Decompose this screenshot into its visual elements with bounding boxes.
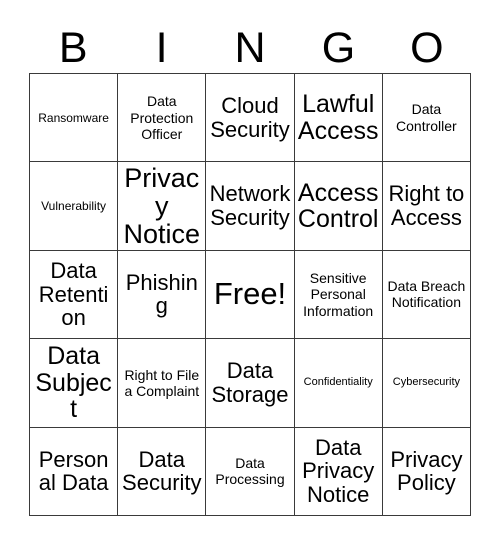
bingo-cell[interactable]: Lawful Access — [294, 74, 383, 163]
bingo-cell-label: Data Subject — [35, 342, 112, 424]
bingo-cell[interactable]: Data Storage — [206, 339, 295, 428]
bingo-cell[interactable]: Sensitive Personal Information — [294, 250, 383, 340]
bingo-cell[interactable]: Data Processing — [206, 427, 295, 516]
bingo-cell-label: Data Protection Officer — [130, 93, 194, 142]
bingo-cell-label: Ransomware — [38, 110, 109, 125]
bingo-cell[interactable]: Data Security — [118, 427, 207, 516]
bingo-cell-label: Data Retention — [38, 257, 109, 331]
bingo-cell[interactable]: Data Controller — [382, 74, 471, 163]
bingo-grid: Ransomware Data Protection Officer Cloud S… — [29, 73, 471, 516]
bingo-card: B I N G O Ransomware Data Protection Offi… — [0, 0, 500, 544]
bingo-cell[interactable]: Right to File a Complaint — [118, 339, 207, 428]
header-letter-i: I — [155, 24, 168, 72]
bingo-cell[interactable]: Access Control — [294, 162, 383, 251]
bingo-cell[interactable]: Vulnerability — [30, 162, 119, 251]
bingo-cell[interactable]: Cloud Security — [206, 74, 295, 163]
bingo-cell-label: Right to Access — [388, 181, 465, 231]
bingo-cell-label: Cloud Security — [210, 92, 290, 142]
bingo-cell-label: Data Breach Notification — [387, 278, 466, 311]
bingo-cell[interactable]: Confidentiality — [294, 339, 383, 428]
bingo-cell-label: Right to File a Complaint — [124, 366, 200, 399]
bingo-cell[interactable]: Phishing — [118, 250, 207, 340]
bingo-cell-label: Privacy Notice — [123, 162, 201, 250]
bingo-cell[interactable]: Data Protection Officer — [118, 74, 207, 163]
bingo-cell[interactable]: Data Breach Notification — [382, 250, 471, 340]
bingo-cell-label: Data Privacy Notice — [302, 434, 375, 508]
bingo-cell-label: Cybersecurity — [392, 376, 461, 389]
bingo-cell[interactable]: Data Subject — [30, 339, 119, 428]
bingo-cell-label: Data Controller — [396, 101, 457, 134]
bingo-cell-label: Personal Data — [38, 446, 109, 496]
bingo-cell-label: Access Control — [297, 178, 379, 234]
bingo-header: B I N G O — [29, 18, 471, 70]
bingo-cell-label: Privacy Policy — [390, 446, 463, 496]
header-letter-n: N — [234, 24, 266, 72]
bingo-cell[interactable]: Privacy Notice — [118, 162, 207, 251]
header-letter-o: O — [410, 24, 444, 72]
header-letter-g: G — [321, 24, 356, 72]
bingo-cell-label: Phishing — [125, 269, 198, 319]
bingo-cell-label: Vulnerability — [41, 199, 107, 214]
bingo-cell-label: Data Security — [122, 446, 202, 496]
header-letter-b: B — [58, 24, 88, 72]
bingo-cell-label: Free! — [213, 276, 287, 312]
bingo-cell[interactable]: Data Retention — [30, 250, 119, 340]
bingo-cell-label: Lawful Access — [297, 90, 379, 145]
bingo-cell[interactable]: Ransomware — [30, 74, 119, 163]
bingo-cell-label: Data Processing — [215, 455, 285, 488]
bingo-cell-label: Data Storage — [211, 358, 289, 407]
bingo-cell[interactable]: Personal Data — [30, 427, 119, 516]
bingo-cell[interactable]: Privacy Policy — [382, 427, 471, 516]
bingo-cell-label: Confidentiality — [303, 376, 373, 389]
bingo-cell[interactable]: Cybersecurity — [382, 339, 471, 428]
bingo-cell[interactable]: Data Privacy Notice — [294, 427, 383, 516]
bingo-cell-label: Sensitive Personal Information — [303, 270, 374, 319]
bingo-cell[interactable]: Right to Access — [382, 162, 471, 251]
bingo-cell-label: Network Security — [209, 181, 291, 231]
bingo-cell-free[interactable]: Free! — [206, 250, 295, 340]
bingo-cell[interactable]: Network Security — [206, 162, 295, 251]
